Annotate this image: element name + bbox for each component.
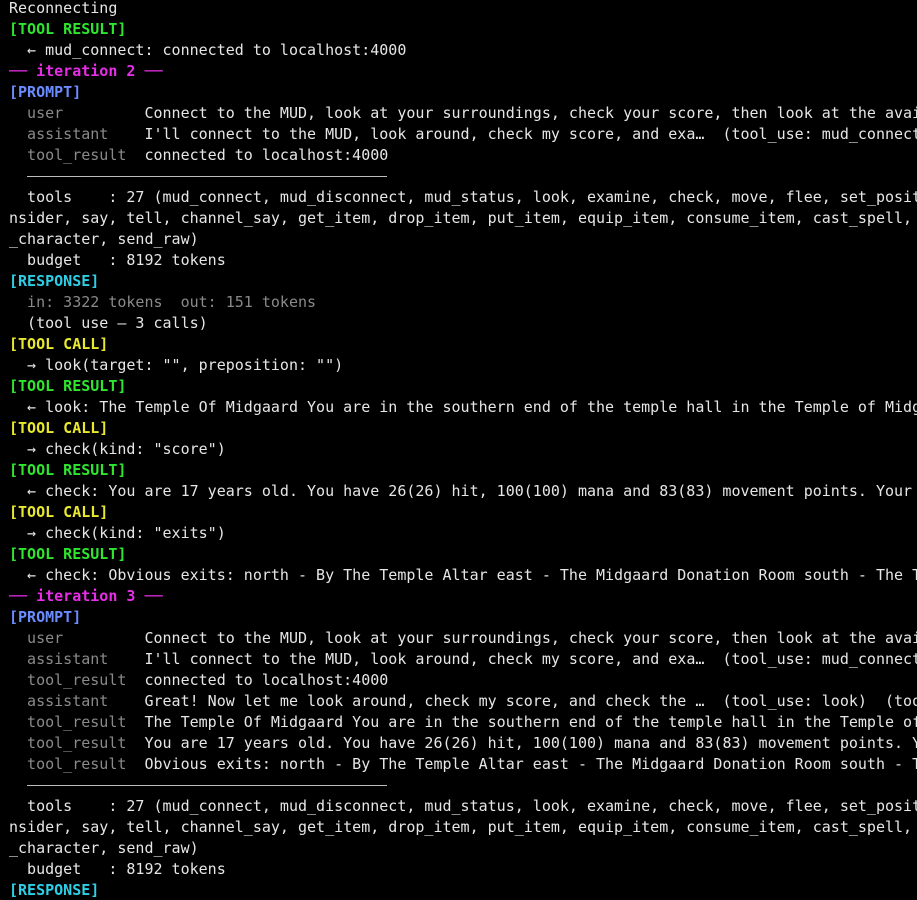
separator-rule — [27, 176, 387, 177]
tool-call-header: [TOOL CALL] — [9, 502, 108, 523]
terminal-window[interactable]: Reconnecting [TOOL RESULT] ← mud_connect… — [0, 0, 917, 900]
iteration-header: ── iteration 2 ── — [9, 61, 163, 82]
tools-line: nsider, say, tell, channel_say, get_item… — [9, 817, 917, 838]
tools-text: tools : 27 (mud_connect, mud_disconnect,… — [9, 797, 917, 815]
message-row: tool_result connected to localhost:4000 — [9, 670, 388, 691]
role-assistant: assistant — [9, 692, 145, 710]
message-row: tool_result You are 17 years old. You ha… — [9, 733, 917, 754]
role-tool-result: tool_result — [9, 755, 145, 773]
response-tag: [RESPONSE] — [9, 881, 100, 899]
budget-line: budget : 8192 tokens — [9, 250, 226, 271]
tool-result-tag: [TOOL RESULT] — [9, 545, 127, 563]
message-text: connected to localhost:4000 — [144, 146, 389, 164]
message-row: user Connect to the MUD, look at your su… — [9, 628, 917, 649]
tool-result-tag: [TOOL RESULT] — [9, 461, 127, 479]
role-tool-result: tool_result — [9, 146, 145, 164]
tools-text: _character, send_raw) — [9, 230, 199, 248]
response-tag: [RESPONSE] — [9, 272, 100, 290]
prompt-header: [PROMPT] — [9, 607, 81, 628]
role-tool-result: tool_result — [9, 734, 145, 752]
reconnecting-text: Reconnecting — [9, 0, 118, 17]
tool-call-line: → check(kind: "score") — [9, 439, 226, 460]
tool-use-text: (tool use — 3 calls) — [9, 314, 208, 332]
budget-line: budget : 8192 tokens — [9, 859, 226, 880]
tool-result-text: ← check: Obvious exits: north - By The T… — [9, 566, 917, 584]
tools-line: tools : 27 (mud_connect, mud_disconnect,… — [9, 796, 917, 817]
tool-call-line: → check(kind: "exits") — [9, 523, 226, 544]
message-text: connected to localhost:4000 — [144, 671, 389, 689]
tool-call-line: → look(target: "", preposition: "") — [9, 355, 343, 376]
message-text: Connect to the MUD, look at your surroun… — [144, 629, 917, 647]
role-tool-result: tool_result — [9, 713, 145, 731]
tool-result-text: ← look: The Temple Of Midgaard You are i… — [9, 398, 917, 416]
role-user: user — [9, 104, 145, 122]
tools-text: nsider, say, tell, channel_say, get_item… — [9, 818, 917, 836]
message-row: assistant I'll connect to the MUD, look … — [9, 649, 917, 670]
response-header: [RESPONSE] — [9, 880, 99, 900]
iteration-2-label: ── iteration 2 ── — [9, 62, 163, 80]
role-assistant: assistant — [9, 650, 145, 668]
message-row: assistant I'll connect to the MUD, look … — [9, 124, 917, 145]
response-header: [RESPONSE] — [9, 271, 99, 292]
iteration-3-label: ── iteration 3 ── — [9, 587, 163, 605]
message-text: I'll connect to the MUD, look around, ch… — [144, 125, 917, 143]
prompt-tag: [PROMPT] — [9, 83, 82, 101]
tool-result-line: ← mud_connect: connected to localhost:40… — [9, 40, 406, 61]
tool-call-text: → check(kind: "score") — [9, 440, 226, 458]
message-text: You are 17 years old. You have 26(26) hi… — [144, 734, 917, 752]
tools-line: tools : 27 (mud_connect, mud_disconnect,… — [9, 187, 917, 208]
role-tool-result: tool_result — [9, 671, 145, 689]
budget-text: budget : 8192 tokens — [9, 860, 226, 878]
tool-result-header: [TOOL RESULT] — [9, 376, 126, 397]
tool-result-text: ← mud_connect: connected to localhost:40… — [9, 41, 407, 59]
message-text: Connect to the MUD, look at your surroun… — [144, 104, 917, 122]
tool-result-header: [TOOL RESULT] — [9, 544, 126, 565]
message-row: tool_result Obvious exits: north - By Th… — [9, 754, 917, 775]
message-text: Great! Now let me look around, check my … — [144, 692, 917, 710]
tools-text: nsider, say, tell, channel_say, get_item… — [9, 209, 917, 227]
tool-call-tag: [TOOL CALL] — [9, 503, 109, 521]
tools-line: nsider, say, tell, channel_say, get_item… — [9, 208, 917, 229]
token-usage-text: in: 3322 tokens out: 151 tokens — [9, 293, 317, 311]
tool-result-header: [TOOL RESULT] — [9, 460, 126, 481]
tool-call-text: → check(kind: "exits") — [9, 524, 226, 542]
tool-call-header: [TOOL CALL] — [9, 418, 108, 439]
tool-result-line: ← check: You are 17 years old. You have … — [9, 481, 912, 502]
tools-line: _character, send_raw) — [9, 229, 199, 250]
tools-line: _character, send_raw) — [9, 838, 199, 859]
budget-text: budget : 8192 tokens — [9, 251, 226, 269]
tool-result-tag: [TOOL RESULT] — [9, 377, 127, 395]
tool-call-tag: [TOOL CALL] — [9, 335, 109, 353]
status-line: Reconnecting — [9, 0, 117, 19]
tool-call-header: [TOOL CALL] — [9, 334, 108, 355]
tools-text: _character, send_raw) — [9, 839, 199, 857]
tool-call-text: → look(target: "", preposition: "") — [9, 356, 344, 374]
tool-use-summary: (tool use — 3 calls) — [9, 313, 208, 334]
tools-text: tools : 27 (mud_connect, mud_disconnect,… — [9, 188, 917, 206]
tool-result-line: ← check: Obvious exits: north - By The T… — [9, 565, 917, 586]
message-text: Obvious exits: north - By The Temple Alt… — [144, 755, 917, 773]
iteration-header: ── iteration 3 ── — [9, 586, 163, 607]
message-row: assistant Great! Now let me look around,… — [9, 691, 917, 712]
tool-result-tag: [TOOL RESULT] — [9, 20, 127, 38]
role-assistant: assistant — [9, 125, 145, 143]
role-user: user — [9, 629, 145, 647]
message-row: tool_result The Temple Of Midgaard You a… — [9, 712, 917, 733]
message-text: The Temple Of Midgaard You are in the so… — [144, 713, 917, 731]
prompt-header: [PROMPT] — [9, 82, 81, 103]
tool-result-header: [TOOL RESULT] — [9, 19, 126, 40]
separator-rule — [27, 785, 387, 786]
token-usage-line: in: 3322 tokens out: 151 tokens — [9, 292, 316, 313]
message-row: tool_result connected to localhost:4000 — [9, 145, 388, 166]
tool-result-text: ← check: You are 17 years old. You have … — [9, 482, 913, 500]
prompt-tag: [PROMPT] — [9, 608, 82, 626]
tool-call-tag: [TOOL CALL] — [9, 419, 109, 437]
tool-result-line: ← look: The Temple Of Midgaard You are i… — [9, 397, 917, 418]
message-text: I'll connect to the MUD, look around, ch… — [144, 650, 917, 668]
message-row: user Connect to the MUD, look at your su… — [9, 103, 917, 124]
